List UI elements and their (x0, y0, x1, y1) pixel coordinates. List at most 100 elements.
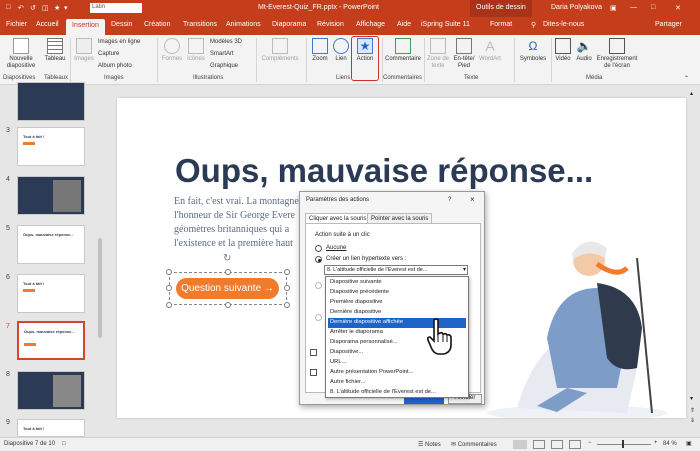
tab-animations[interactable]: Animations (226, 21, 261, 28)
slide-thumbnail-3[interactable]: Tout à fait ! (17, 127, 85, 166)
video-button[interactable]: Vidéo (553, 38, 573, 63)
tab-format[interactable]: Format (490, 21, 512, 28)
online-images-button[interactable]: Images en ligne (98, 39, 140, 45)
zoom-level[interactable]: 84 % (663, 441, 677, 447)
resize-handle[interactable] (284, 269, 290, 275)
tab-affichage[interactable]: Affichage (356, 21, 385, 28)
tab-accueil[interactable]: Accueil (36, 21, 59, 28)
minimize-icon[interactable]: — (630, 4, 637, 11)
checkbox-sound[interactable] (310, 349, 317, 356)
tab-revision[interactable]: Révision (317, 21, 344, 28)
resize-handle[interactable] (284, 302, 290, 308)
start-icon[interactable]: ◫ (42, 4, 49, 12)
combo-dropdown-icon[interactable]: ▾ (463, 266, 466, 273)
sorter-view-icon[interactable] (533, 440, 545, 449)
option-first-slide[interactable]: Première diapositive (328, 298, 466, 308)
resize-handle[interactable] (225, 269, 231, 275)
header-footer-button[interactable]: En-tête/ Pied (452, 38, 476, 70)
tell-me-search[interactable]: Dites-le-nous (543, 21, 584, 28)
resize-handle[interactable] (166, 302, 172, 308)
zoom-slider[interactable] (597, 444, 651, 445)
slide-thumbnail-7-selected[interactable]: Oups, mauvaise réponse... (17, 321, 85, 360)
ribbon-options-icon[interactable]: ▣ (610, 4, 617, 12)
spellcheck-icon[interactable]: □ (62, 441, 66, 447)
shapes-button[interactable]: Formes (160, 38, 184, 63)
option-previous-slide[interactable]: Diapositive précédente (328, 288, 466, 298)
screen-record-button[interactable]: Enregistrement de l'écran (594, 38, 640, 70)
reading-view-icon[interactable] (551, 440, 563, 449)
save-icon[interactable]: □ (6, 4, 10, 11)
chart-button[interactable]: Graphique (210, 63, 238, 69)
option-other-file[interactable]: Autre fichier... (328, 378, 466, 388)
addins-button[interactable]: Compléments (260, 38, 300, 63)
tab-insertion[interactable]: Insertion (66, 19, 105, 35)
undo-icon[interactable]: ↶ (18, 4, 24, 12)
resize-handle[interactable] (284, 285, 290, 291)
tell-me-icon[interactable]: ⚲ (531, 21, 536, 29)
hyperlink-combo[interactable]: 8. L'altitude officielle de l'Everest es… (324, 265, 468, 275)
dialog-close-icon[interactable]: × (470, 195, 475, 204)
radio-none[interactable] (315, 245, 322, 252)
option-last-slide[interactable]: Dernière diapositive (328, 308, 466, 318)
resize-handle[interactable] (166, 269, 172, 275)
zoom-in-icon[interactable]: + (654, 440, 658, 446)
slide-scrollbar[interactable]: ▴ ▾ ⇑ ⇓ (689, 90, 697, 430)
option-slide-8[interactable]: 8. L'altitude officielle de l'Everest es… (328, 388, 466, 398)
slide-thumbnail-4[interactable] (17, 176, 85, 215)
close-icon[interactable]: ✕ (675, 4, 681, 12)
tab-fichier[interactable]: Fichier (6, 21, 27, 28)
textbox-button[interactable]: Zone de texte (426, 38, 450, 70)
tab-creation[interactable]: Création (144, 21, 170, 28)
prev-slide-icon[interactable]: ⇑ (690, 407, 695, 414)
zoom-button[interactable]: Zoom (309, 38, 331, 63)
slide-thumbnail[interactable] (17, 82, 85, 121)
zoom-slider-thumb[interactable] (622, 440, 624, 448)
collapse-ribbon-icon[interactable]: ⌃ (684, 75, 689, 82)
slide-thumbnail-6[interactable]: Tout à fait ! (17, 274, 85, 313)
models3d-button[interactable]: Modèles 3D (210, 39, 242, 45)
slide-heading[interactable]: Oups, mauvaise réponse... (175, 152, 593, 190)
slide-thumbnail-8[interactable] (17, 371, 85, 410)
tab-dessin[interactable]: Dessin (111, 21, 132, 28)
thumbnail-scrollbar[interactable] (97, 90, 103, 430)
capture-button[interactable]: Capture (98, 51, 119, 57)
wordart-button[interactable]: A WordArt (477, 38, 503, 63)
slide-body-line[interactable]: géomètres britanniques qui a (174, 224, 289, 235)
tab-ispring[interactable]: iSpring Suite 11 (421, 21, 470, 28)
link-button[interactable]: Lien (332, 38, 350, 63)
new-slide-button[interactable]: Nouvelle diapositive (3, 38, 39, 70)
option-next-slide[interactable]: Diapositive suivante (328, 278, 466, 288)
scroll-down-icon[interactable]: ▾ (690, 395, 693, 402)
tab-transitions[interactable]: Transitions (183, 21, 217, 28)
comments-button[interactable]: ✉ Commentaires (451, 441, 497, 448)
smartart-button[interactable]: SmartArt (210, 51, 234, 57)
slide-body-line[interactable]: En fait, c'est vrai. La montagne (174, 196, 299, 207)
table-button[interactable]: Tableau (42, 38, 68, 63)
slide-body-line[interactable]: l'honneur de Sir George Evere (174, 210, 295, 221)
resize-handle[interactable] (166, 285, 172, 291)
scroll-up-icon[interactable]: ▴ (690, 90, 693, 97)
next-slide-icon[interactable]: ⇓ (690, 417, 695, 424)
option-url[interactable]: URL... (328, 358, 466, 368)
option-other-presentation[interactable]: Autre présentation PowerPoint... (328, 368, 466, 378)
share-button[interactable]: Partager (655, 21, 682, 28)
slideshow-icon[interactable] (569, 440, 581, 449)
rotate-handle-icon[interactable]: ↻ (223, 253, 231, 264)
comment-button[interactable]: Commentaire (385, 38, 421, 63)
help-icon[interactable]: ? (448, 197, 451, 203)
radio-run-program[interactable] (315, 282, 322, 289)
fit-slide-icon[interactable]: ▣ (686, 440, 692, 447)
audio-button[interactable]: 🔈 Audio (574, 38, 594, 63)
star-icon[interactable]: ★ (54, 4, 60, 12)
qat-dropdown-icon[interactable]: ▾ (64, 4, 68, 12)
maximize-icon[interactable]: □ (651, 4, 655, 11)
tab-diaporama[interactable]: Diaporama (272, 21, 306, 28)
album-button[interactable]: Album photo (98, 63, 132, 69)
radio-hyperlink[interactable] (315, 256, 322, 263)
radio-macro[interactable] (315, 314, 322, 321)
slide-thumbnail-5[interactable]: Oups, mauvaise réponse... (17, 225, 85, 264)
slide-thumbnail-9[interactable]: Tout à fait ! (17, 419, 85, 437)
icons-button[interactable]: Icônes (185, 38, 207, 63)
user-name[interactable]: Daria Polyakova (551, 4, 602, 11)
font-box[interactable]: Latin (90, 3, 142, 13)
